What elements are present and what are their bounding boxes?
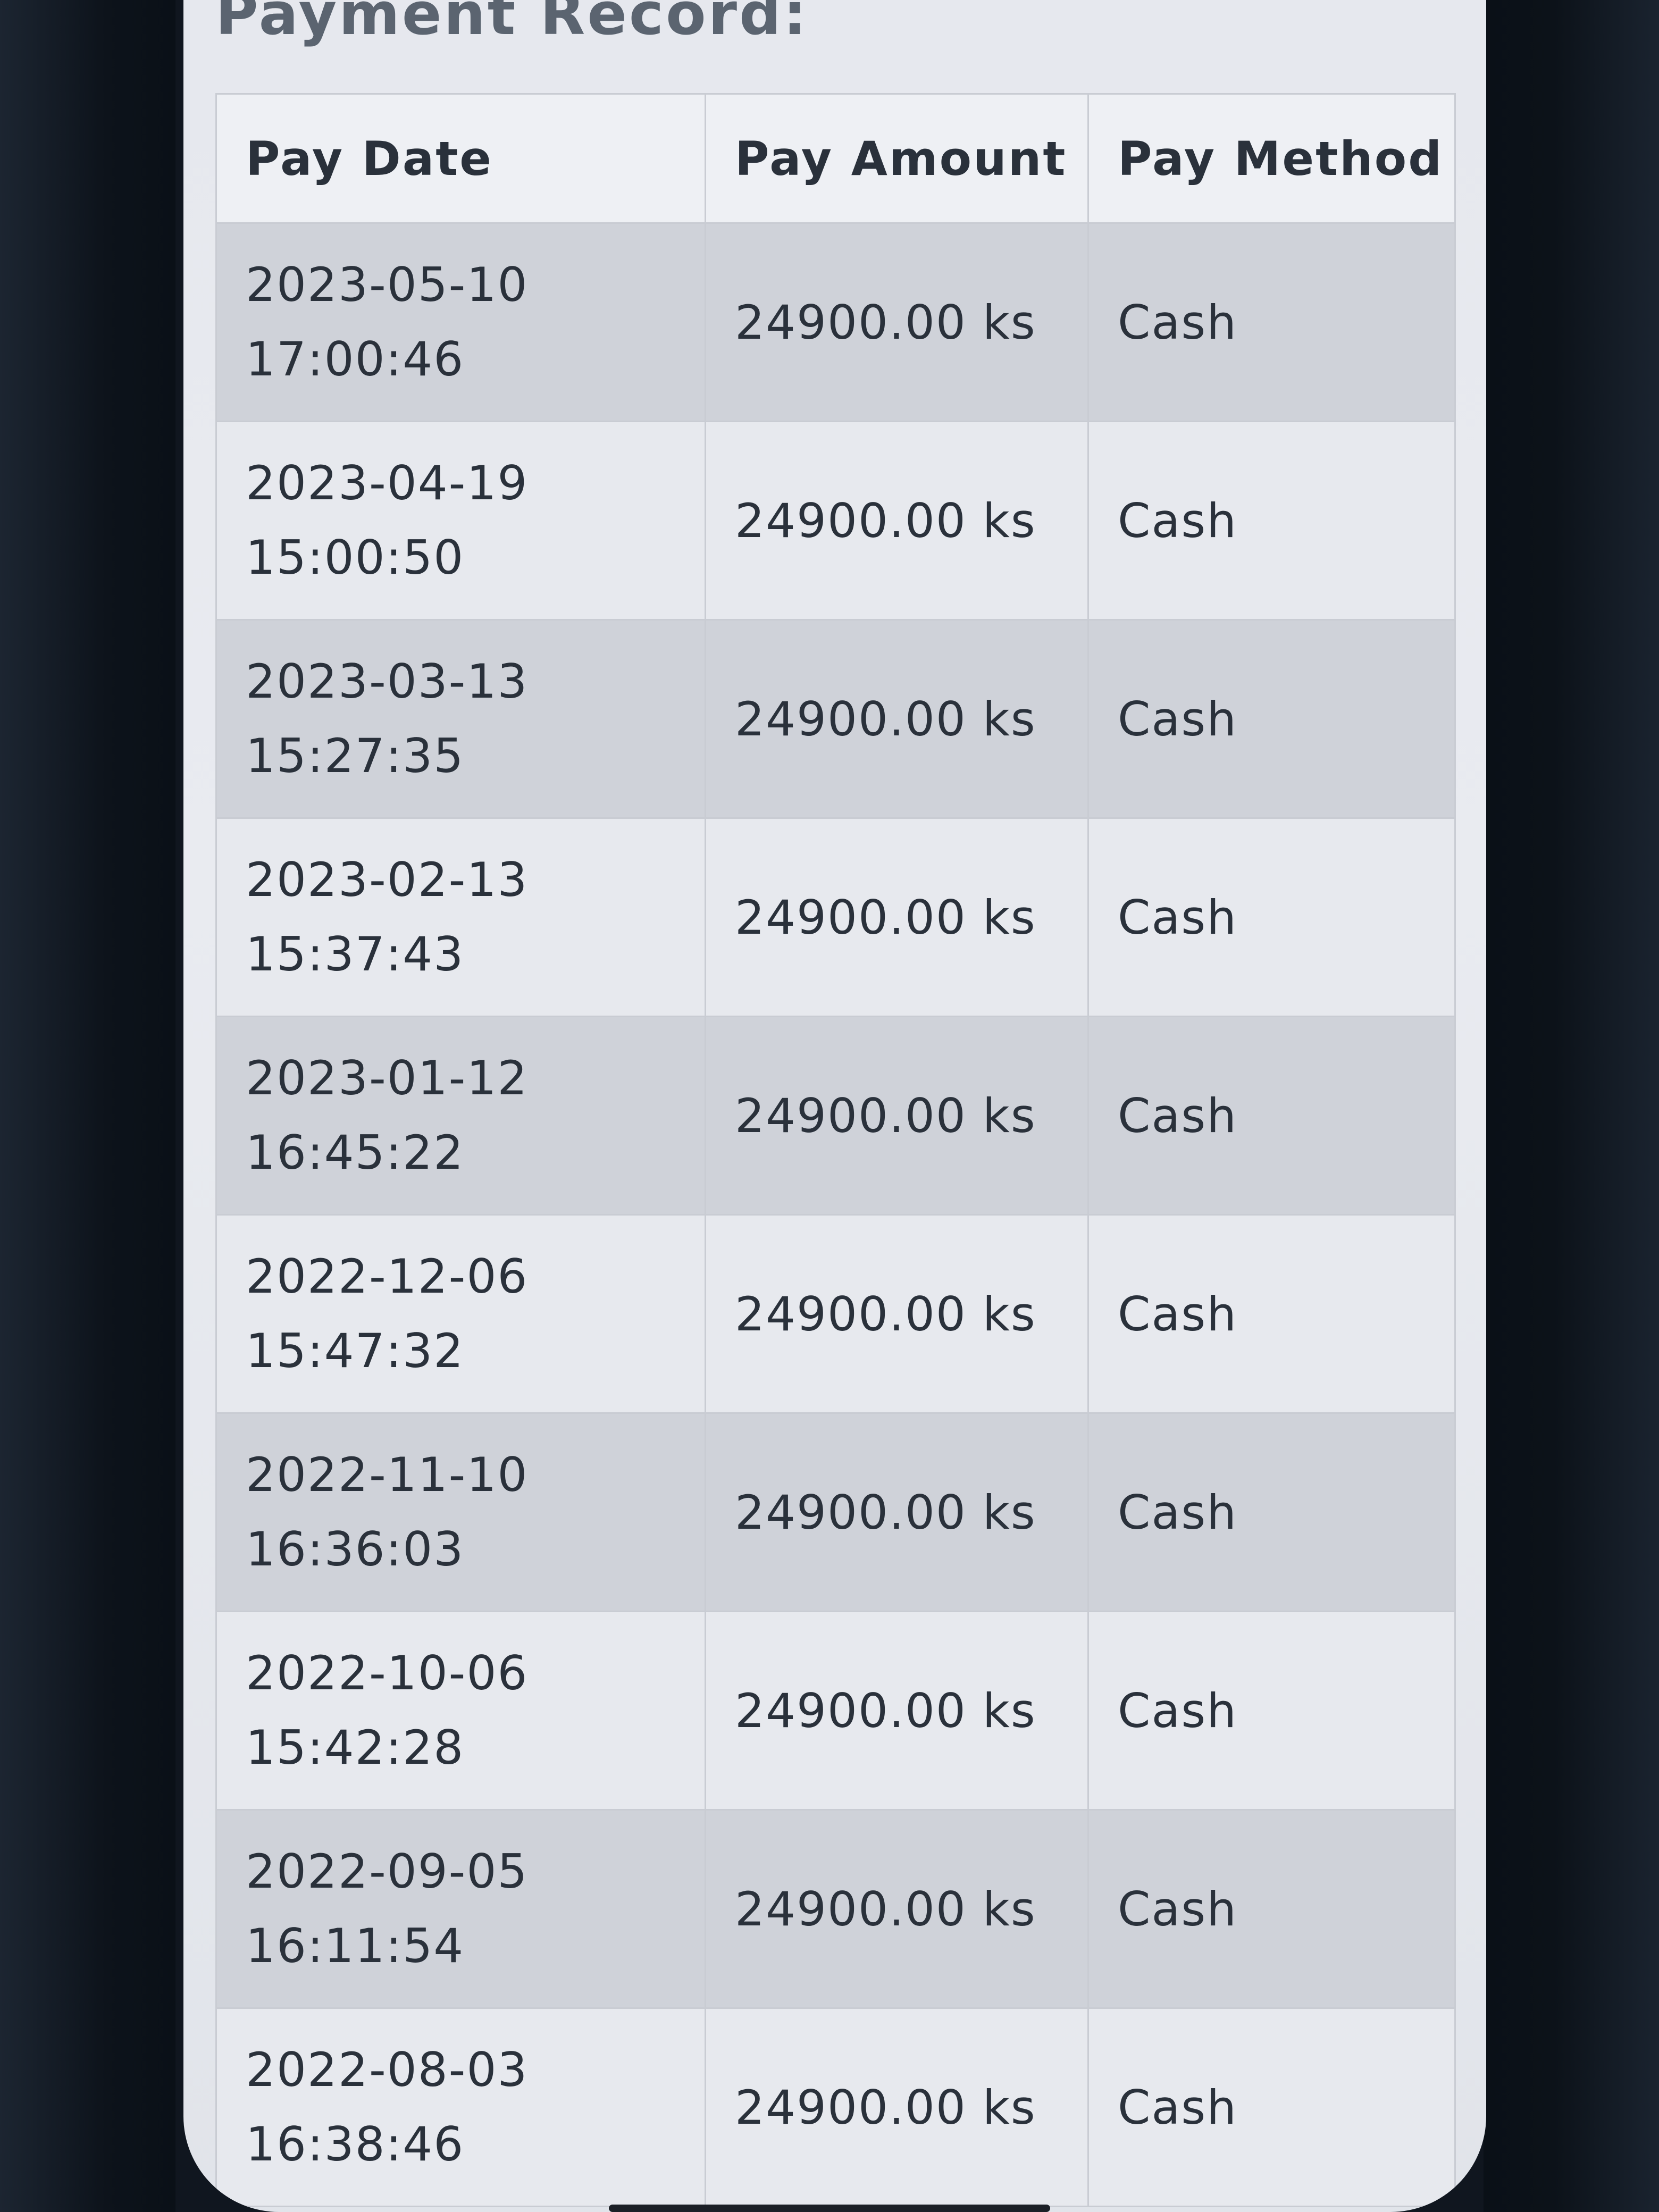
header-pay-date: Pay Date — [215, 93, 706, 224]
table-header-row: Pay Date Pay Amount Pay Method — [215, 93, 1456, 224]
pay-amount-cell: 24900.00 ks — [705, 1412, 1089, 1612]
pay-date: 2023-01-12 — [246, 1051, 529, 1105]
pay-date: 2022-10-06 — [246, 1646, 529, 1700]
pay-method-cell: Cash — [1087, 1809, 1456, 2009]
pay-date: 2023-05-10 — [246, 257, 529, 312]
pay-time: 16:38:46 — [246, 2117, 465, 2172]
pay-date: 2022-08-03 — [246, 2042, 529, 2097]
pay-date-cell: 2022-12-06 15:47:32 — [215, 1214, 706, 1414]
pay-date: 2023-04-19 — [246, 456, 529, 510]
table-row: 2022-09-05 16:11:54 24900.00 ks Cash — [215, 1809, 1456, 2009]
pay-time: 15:00:50 — [246, 530, 465, 585]
pay-time: 15:27:35 — [246, 728, 465, 783]
table-row: 2022-10-06 15:42:28 24900.00 ks Cash — [215, 1611, 1456, 1811]
pay-amount-cell: 24900.00 ks — [705, 817, 1089, 1017]
pay-method-cell: Cash — [1087, 817, 1456, 1017]
phone-bezel-left — [0, 0, 175, 2212]
payment-record-table: Pay Date Pay Amount Pay Method 2023-05-1… — [215, 93, 1456, 2207]
pay-amount-cell: 24900.00 ks — [705, 619, 1089, 819]
table-row: 2022-11-10 16:36:03 24900.00 ks Cash — [215, 1412, 1456, 1612]
pay-amount-cell: 24900.00 ks — [705, 1809, 1089, 2009]
pay-method-cell: Cash — [1087, 619, 1456, 819]
pay-amount-cell: 24900.00 ks — [705, 2007, 1089, 2207]
pay-date: 2022-09-05 — [246, 1844, 529, 1899]
header-pay-method: Pay Method — [1087, 93, 1456, 224]
pay-time: 16:36:03 — [246, 1522, 465, 1577]
page-title: Payment Record: — [215, 0, 809, 48]
pay-time: 17:00:46 — [246, 332, 465, 387]
pay-date-cell: 2023-02-13 15:37:43 — [215, 817, 706, 1017]
pay-amount-cell: 24900.00 ks — [705, 1611, 1089, 1811]
pay-date: 2023-02-13 — [246, 852, 529, 907]
pay-date: 2023-03-13 — [246, 654, 529, 709]
table-row: 2023-04-19 15:00:50 24900.00 ks Cash — [215, 421, 1456, 621]
pay-method-cell: Cash — [1087, 1611, 1456, 1811]
pay-date-cell: 2022-11-10 16:36:03 — [215, 1412, 706, 1612]
pay-method-cell: Cash — [1087, 1214, 1456, 1414]
pay-date-cell: 2022-10-06 15:42:28 — [215, 1611, 706, 1811]
table-row: 2022-12-06 15:47:32 24900.00 ks Cash — [215, 1214, 1456, 1414]
pay-amount-cell: 24900.00 ks — [705, 421, 1089, 621]
phone-bezel-right — [1484, 0, 1659, 2212]
pay-method-cell: Cash — [1087, 222, 1456, 422]
pay-date: 2022-11-10 — [246, 1447, 529, 1502]
pay-time: 15:37:43 — [246, 927, 465, 982]
pay-method-cell: Cash — [1087, 1016, 1456, 1216]
table-row: 2023-03-13 15:27:35 24900.00 ks Cash — [215, 619, 1456, 819]
pay-date-cell: 2023-05-10 17:00:46 — [215, 222, 706, 422]
pay-time: 15:42:28 — [246, 1720, 465, 1775]
pay-method-cell: Cash — [1087, 1412, 1456, 1612]
table-row: 2022-08-03 16:38:46 24900.00 ks Cash — [215, 2007, 1456, 2207]
pay-date-cell: 2023-01-12 16:45:22 — [215, 1016, 706, 1216]
pay-date-cell: 2023-04-19 15:00:50 — [215, 421, 706, 621]
pay-time: 16:11:54 — [246, 1918, 465, 1973]
table-row: 2023-02-13 15:37:43 24900.00 ks Cash — [215, 817, 1456, 1017]
pay-time: 15:47:32 — [246, 1323, 465, 1378]
pay-amount-cell: 24900.00 ks — [705, 222, 1089, 422]
pay-date-cell: 2022-08-03 16:38:46 — [215, 2007, 706, 2207]
pay-amount-cell: 24900.00 ks — [705, 1214, 1089, 1414]
pay-date-cell: 2022-09-05 16:11:54 — [215, 1809, 706, 2009]
pay-date: 2022-12-06 — [246, 1249, 529, 1304]
pay-date-cell: 2023-03-13 15:27:35 — [215, 619, 706, 819]
phone-screen: Payment Record: Pay Date Pay Amount Pay … — [183, 0, 1486, 2212]
home-indicator-bar[interactable] — [609, 2205, 1050, 2212]
pay-time: 16:45:22 — [246, 1125, 465, 1180]
pay-method-cell: Cash — [1087, 2007, 1456, 2207]
pay-method-cell: Cash — [1087, 421, 1456, 621]
table-row: 2023-05-10 17:00:46 24900.00 ks Cash — [215, 222, 1456, 422]
header-pay-amount: Pay Amount — [705, 93, 1089, 224]
pay-amount-cell: 24900.00 ks — [705, 1016, 1089, 1216]
table-row: 2023-01-12 16:45:22 24900.00 ks Cash — [215, 1016, 1456, 1216]
